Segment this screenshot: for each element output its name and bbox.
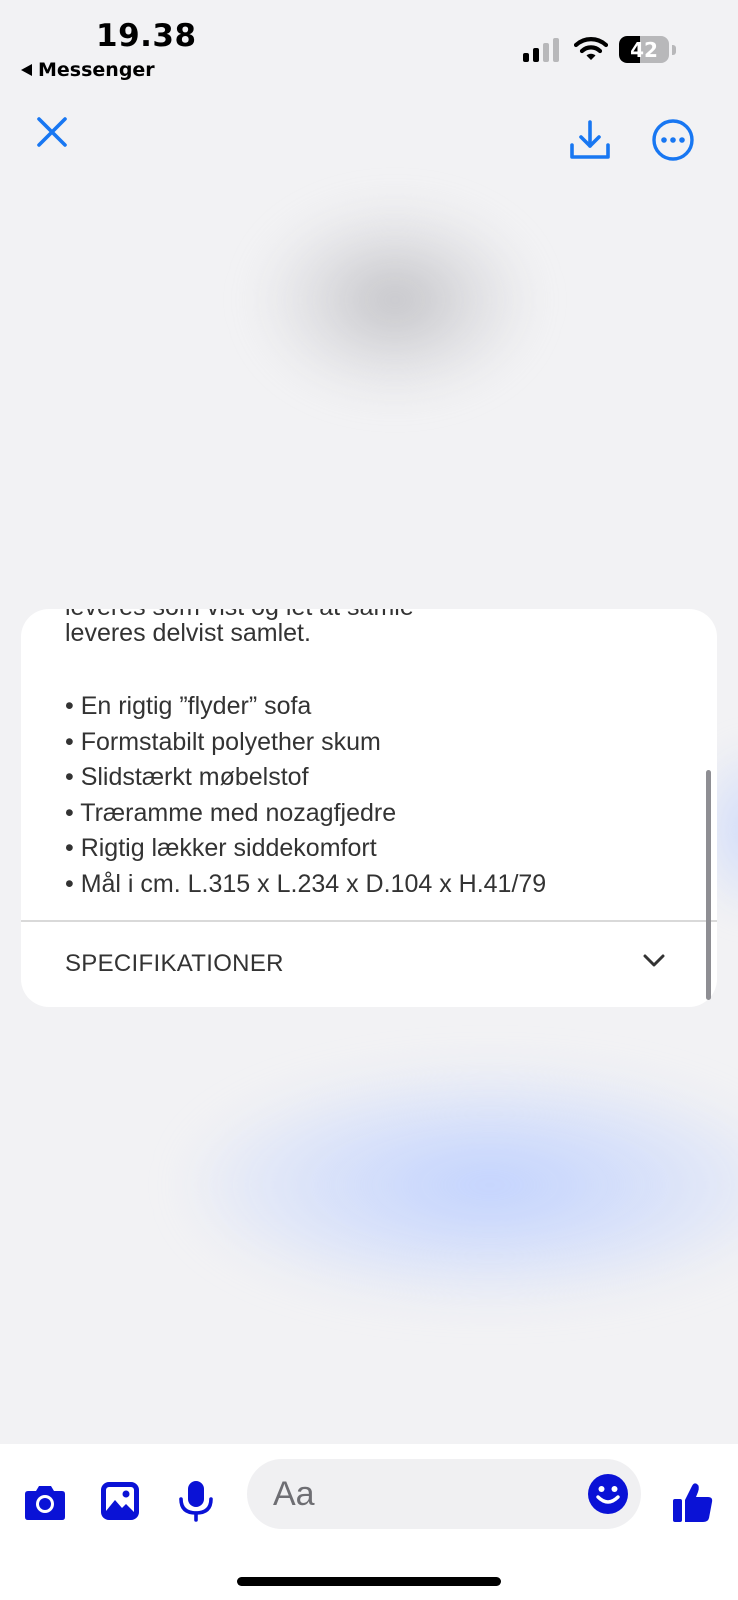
blurred-blue-shape [190,1070,738,1300]
wifi-icon [573,36,609,67]
back-to-app-label: Messenger [38,59,155,81]
thumbs-up-button[interactable] [670,1479,716,1525]
feature-item: • Slidstærkt møbelstof [65,763,309,791]
gallery-button[interactable] [98,1479,142,1523]
download-button[interactable] [566,116,614,164]
close-icon [37,117,67,147]
gallery-icon [101,1482,139,1520]
feature-item: • Mål i cm. L.315 x L.234 x D.104 x H.41… [65,869,547,898]
specifications-accordion[interactable]: SPECIFIKATIONER [21,922,717,1007]
feature-item: • Rigtig lækker siddekomfort [65,834,377,862]
microphone-button[interactable] [176,1479,216,1523]
product-description-card[interactable]: leveres som vist og let at samle leveres… [21,609,717,1007]
emoji-icon [588,1474,628,1514]
camera-icon [25,1486,65,1520]
camera-button[interactable] [22,1479,68,1525]
chevron-down-icon [643,954,665,973]
description-text: leveres delvist samlet. [65,619,311,647]
home-indicator[interactable] [237,1577,501,1586]
specifications-label: SPECIFIKATIONER [65,950,284,977]
feature-item: • Træramme med nozagfjedre [65,798,397,827]
more-options-icon [652,119,694,161]
more-options-button[interactable] [649,116,697,164]
blurred-image-shape [255,200,535,400]
message-placeholder: Aa [273,1475,315,1513]
microphone-icon [179,1481,213,1522]
status-time: 19.38 [96,18,197,54]
battery-level: 42 [630,37,658,62]
cellular-signal-icon [523,38,559,62]
message-input[interactable]: Aa [247,1459,641,1529]
download-icon [570,120,610,159]
battery-indicator: 42 [619,36,676,63]
close-button[interactable] [30,110,74,154]
battery-cap [672,44,676,55]
back-to-app-link[interactable]: Messenger [21,59,155,81]
back-arrow-icon [21,64,32,76]
emoji-button[interactable] [587,1473,629,1520]
feature-item: • En rigtig ”flyder” sofa [65,692,312,720]
feature-list: • En rigtig ”flyder” sofa • Formstabilt … [65,689,546,902]
media-viewer-screen: 19.38 Messenger 42 leveres delvist samle… [0,0,738,1600]
card-scrollbar[interactable] [706,770,711,1000]
feature-item: • Formstabilt polyether skum [65,727,381,756]
thumbs-up-icon [673,1483,713,1522]
